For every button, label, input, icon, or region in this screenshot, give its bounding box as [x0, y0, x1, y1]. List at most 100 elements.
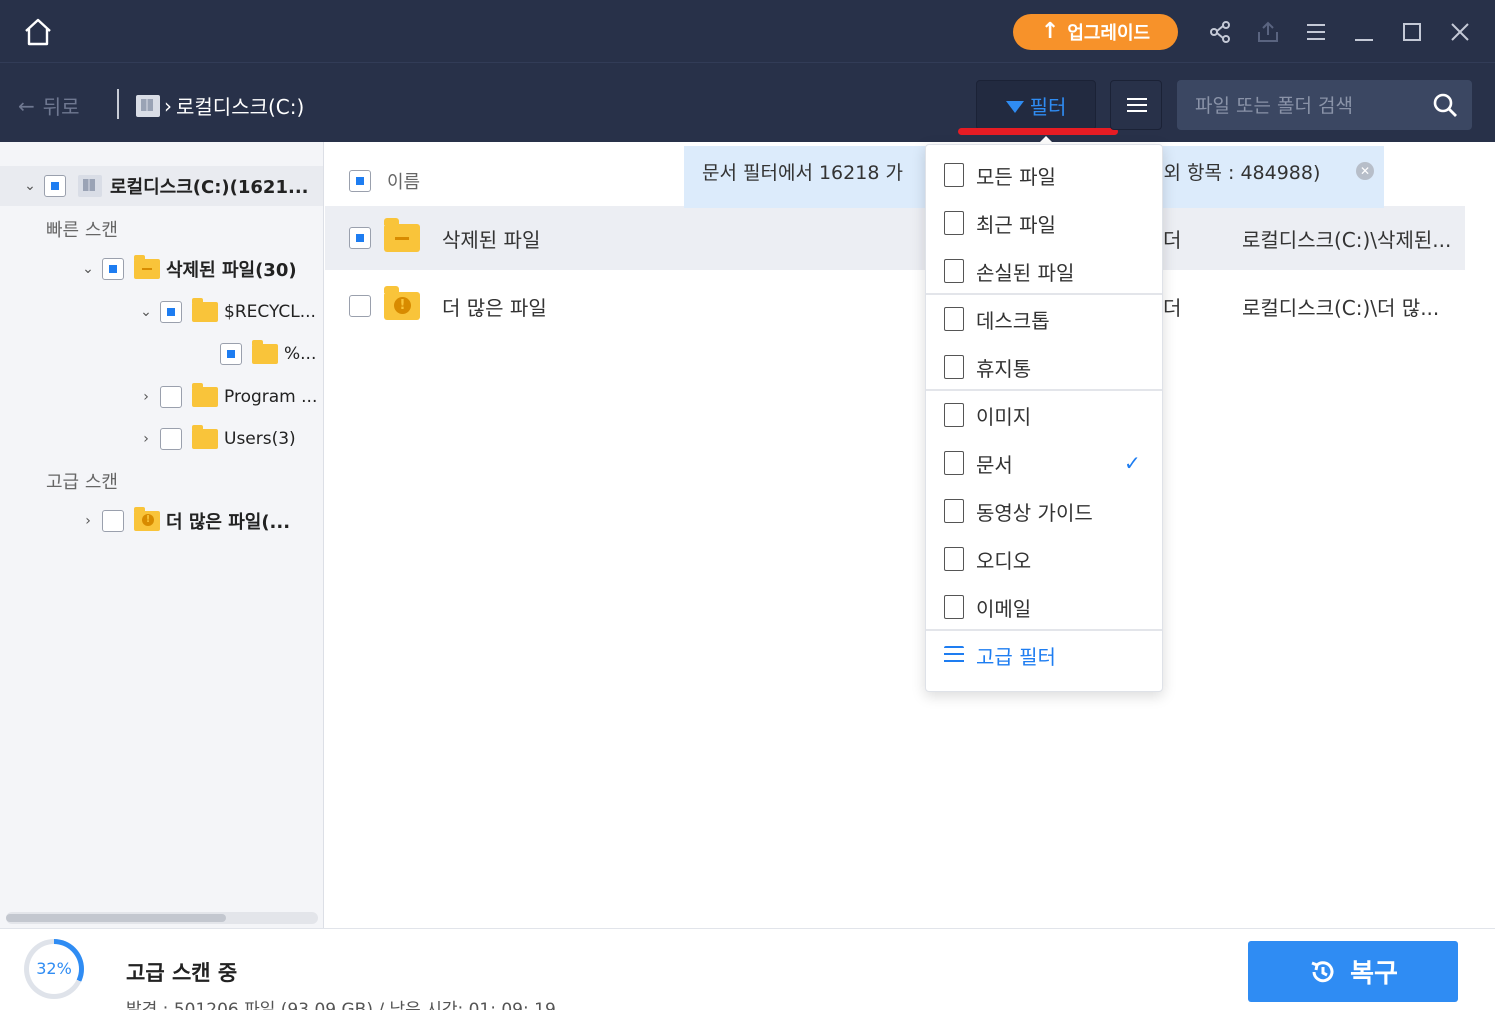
recover-label: 복구 [1350, 959, 1398, 989]
recent-file-icon [944, 211, 964, 235]
quick-scan-heading: 빠른 스캔 [46, 220, 118, 241]
filter-option-label: 이메일 [976, 596, 1032, 621]
filter-option-label: 최근 파일 [976, 212, 1056, 237]
filter-option-label: 모든 파일 [976, 164, 1056, 189]
tree-item-label: Users(3) [224, 429, 296, 449]
breadcrumb[interactable]: › 로컬디스크(C:) [136, 91, 304, 120]
tree-item-deleted-files[interactable]: ⌄ 삭제된 파일(30) [78, 254, 297, 284]
breadcrumb-label: 로컬디스크(C:) [176, 95, 305, 119]
chevron-right-icon[interactable]: › [136, 389, 156, 405]
chevron-down-icon[interactable]: ⌄ [136, 304, 156, 320]
filter-option-documents[interactable]: 문서 ✓ [926, 439, 1162, 487]
tree-item-program[interactable]: › Program ... [136, 382, 317, 412]
chevron-right-icon[interactable]: › [78, 513, 98, 529]
share-icon[interactable] [1208, 20, 1232, 44]
history-icon [1311, 960, 1334, 982]
title-bar: ↑ 업그레이드 [0, 0, 1495, 62]
menu-icon[interactable] [1304, 20, 1328, 44]
checkbox[interactable] [220, 343, 242, 365]
scan-progress-ring: 32% [24, 939, 84, 999]
progress-label: 32% [36, 959, 72, 978]
folder-icon [192, 298, 218, 322]
checkbox[interactable] [102, 258, 124, 280]
checkbox[interactable] [44, 175, 66, 197]
filter-option-lost-files[interactable]: 손실된 파일 [926, 247, 1162, 295]
filter-option-desktop[interactable]: 데스크톱 [926, 295, 1162, 343]
row-type: 더 [1163, 295, 1182, 320]
image-icon [944, 403, 964, 427]
export-icon[interactable] [1256, 20, 1280, 44]
scan-status-title: 고급 스캔 중 [126, 961, 238, 985]
filter-option-email[interactable]: 이메일 [926, 583, 1162, 631]
filter-button[interactable]: 필터 [976, 80, 1096, 130]
row-path: 로컬디스크(C:)\더 많... [1242, 295, 1440, 320]
minimize-icon[interactable] [1352, 20, 1376, 44]
maximize-icon[interactable] [1400, 20, 1424, 44]
tree-item-users[interactable]: › Users(3) [136, 424, 296, 454]
table-row[interactable]: 삭제된 파일 더 로컬디스크(C:)\삭제된... [325, 206, 1465, 270]
filter-option-images[interactable]: 이미지 [926, 391, 1162, 439]
filter-option-advanced[interactable]: 고급 필터 [926, 631, 1162, 679]
checkbox[interactable] [160, 386, 182, 408]
filter-option-video[interactable]: 동영상 가이드 [926, 487, 1162, 535]
nav-bar: ← 뒤로 › 로컬디스크(C:) 필터 파일 또는 폴더 검색 [0, 62, 1495, 142]
file-icon [944, 163, 964, 187]
filter-label: 필터 [1029, 94, 1067, 119]
column-name-header[interactable]: 이름 [387, 168, 420, 194]
drive-icon [78, 175, 102, 197]
filter-icon [1005, 101, 1024, 113]
drive-icon [136, 94, 160, 117]
chevron-down-icon[interactable]: ⌄ [78, 261, 98, 277]
view-menu-button[interactable] [1110, 80, 1162, 130]
tree-item-label: $RECYCL... [224, 302, 316, 322]
recover-button[interactable]: 복구 [1248, 941, 1458, 1002]
checkbox[interactable] [160, 428, 182, 450]
file-list: 이름 삭제된 파일 더 로컬디스크(C:)\삭제된... 더 많은 파일 더 로… [325, 142, 1495, 928]
tree-item-label: 더 많은 파일(... [166, 512, 291, 533]
folder-tree: ⌄ 로컬디스크(C:)(1621... 빠른 스캔 ⌄ 삭제된 파일(30) ⌄… [0, 142, 324, 928]
table-row[interactable]: 더 많은 파일 더 로컬디스크(C:)\더 많... [325, 274, 1465, 338]
sidebar-scrollbar[interactable] [6, 912, 318, 924]
arrow-left-icon: ← [18, 93, 35, 118]
search-icon[interactable] [1432, 92, 1458, 118]
deleted-folder-icon [384, 218, 420, 252]
checkbox[interactable] [160, 301, 182, 323]
back-button[interactable]: ← 뒤로 [18, 91, 80, 120]
checkbox[interactable] [102, 510, 124, 532]
filter-option-recent-files[interactable]: 최근 파일 [926, 199, 1162, 247]
filter-option-all-files[interactable]: 모든 파일 [926, 151, 1162, 199]
home-icon[interactable] [22, 16, 54, 48]
notice-text: 문서 필터에서 16218 가 [702, 162, 903, 184]
folder-icon [192, 425, 218, 449]
search-input[interactable]: 파일 또는 폴더 검색 [1177, 80, 1472, 130]
tree-item-label: 삭제된 파일(30) [166, 260, 297, 281]
chevron-right-icon[interactable]: › [136, 431, 156, 447]
tree-item-more-files[interactable]: › 더 많은 파일(... [78, 506, 290, 536]
arrow-up-icon: ↑ [1040, 19, 1060, 44]
filter-option-audio[interactable]: 오디오 [926, 535, 1162, 583]
row-checkbox[interactable] [349, 227, 371, 249]
row-checkbox[interactable] [349, 295, 371, 317]
filter-option-label: 오디오 [976, 548, 1032, 573]
chevron-right-icon: › [164, 93, 172, 118]
close-icon[interactable] [1448, 20, 1472, 44]
tree-item-recycle[interactable]: ⌄ $RECYCL... [136, 297, 316, 327]
filter-option-label: 손실된 파일 [976, 260, 1075, 285]
tree-root-drive[interactable]: ⌄ 로컬디스크(C:)(1621... [0, 166, 323, 206]
tree-item-percent[interactable]: %... [220, 339, 316, 369]
desktop-icon [944, 307, 964, 331]
close-icon[interactable]: ✕ [1356, 162, 1374, 180]
search-placeholder: 파일 또는 폴더 검색 [1195, 95, 1353, 117]
filter-option-label: 고급 필터 [976, 644, 1056, 669]
deleted-folder-icon [134, 255, 160, 279]
filter-option-recycle-bin[interactable]: 휴지통 [926, 343, 1162, 391]
upgrade-button[interactable]: ↑ 업그레이드 [1013, 14, 1178, 50]
chevron-down-icon[interactable]: ⌄ [20, 178, 40, 194]
select-all-checkbox[interactable] [349, 170, 371, 192]
scan-status-detail: 발견 : 501206 파일 (93.09 GB) / 남은 시간: 01: 0… [126, 1000, 556, 1010]
row-name: 더 많은 파일 [442, 295, 547, 320]
filter-dropdown: 모든 파일 최근 파일 손실된 파일 데스크톱 휴지통 이미지 문서 ✓ 동영상… [925, 144, 1163, 692]
folder-icon [252, 340, 278, 364]
folder-icon [192, 383, 218, 407]
email-icon [944, 595, 964, 619]
